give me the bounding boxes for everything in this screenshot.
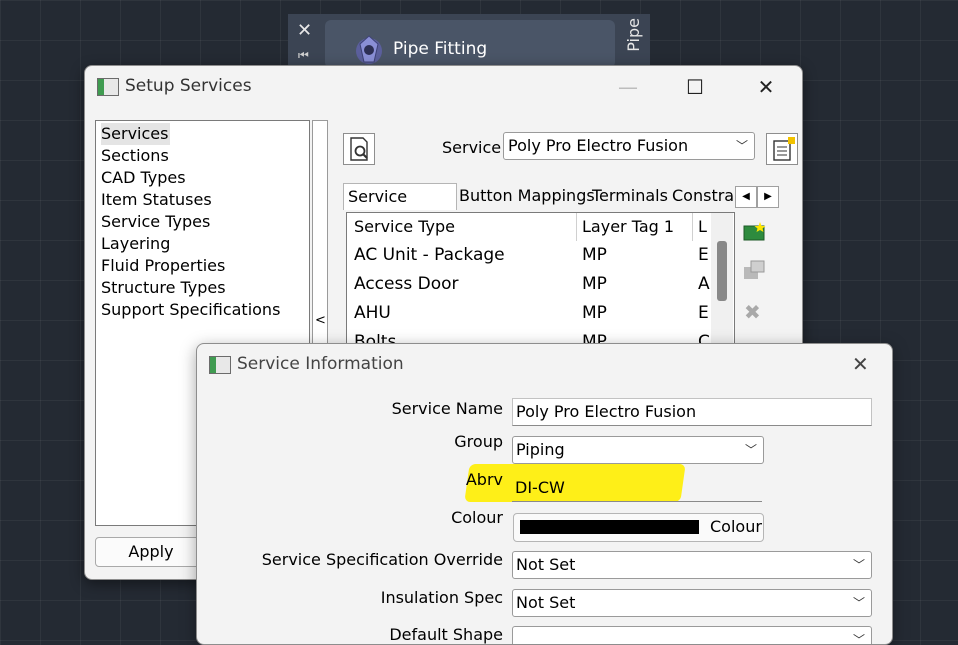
chevron-down-icon: ﹀ [852,633,865,645]
group-label: Group [454,432,503,451]
colour-button[interactable]: Colour [513,513,764,542]
tab-service-types[interactable]: Service Types [343,183,457,232]
chevron-down-icon: ﹀ [852,596,865,610]
chevron-down-icon: ﹀ [852,558,865,572]
chevron-down-icon: ﹀ [744,443,757,457]
nav-item-service-types[interactable]: Service Types [101,211,210,233]
setup-titlebar[interactable]: Setup Services — ☐ ✕ [85,66,802,108]
service-properties-button[interactable] [766,133,798,165]
column-divider[interactable] [576,213,577,241]
table-row-cell[interactable]: MP [582,245,607,265]
palette-pin-icon[interactable]: ⏮ [298,48,309,63]
service-information-dialog: Service Information ✕ Service Name Poly … [196,343,893,645]
table-row-cell[interactable]: Access Door [354,274,458,294]
dialog-title: Service Information [237,354,404,374]
column-header-layer-tag-1[interactable]: Layer Tag 1 [582,217,674,236]
table-row-cell[interactable]: A [698,274,710,294]
minimize-icon[interactable]: — [608,73,648,101]
tab-terminals[interactable]: Terminals [588,183,672,209]
group-value: Piping [516,440,565,459]
service-name-field[interactable]: Poly Pro Electro Fusion [512,398,872,426]
nav-item-cad-types[interactable]: CAD Types [101,167,186,189]
service-label: Service [442,138,502,157]
group-dropdown[interactable]: Piping ﹀ [512,436,764,464]
clipboard-icon [773,137,795,161]
nav-item-layering[interactable]: Layering [101,233,170,255]
spec-override-value: Not Set [516,555,576,574]
column-divider[interactable] [692,213,693,241]
colour-button-label: Colour [710,517,762,536]
search-document-icon [350,137,368,161]
insulation-spec-value: Not Set [516,593,576,612]
abrv-value: DI-CW [515,478,565,497]
colour-label: Colour [451,508,503,527]
column-header-next[interactable]: L [698,217,707,236]
maximize-icon[interactable]: ☐ [675,73,715,101]
table-row-cell[interactable]: AHU [354,303,391,323]
scrollbar-thumb[interactable] [717,241,727,301]
close-icon[interactable]: ✕ [746,73,786,101]
add-service-type-icon[interactable] [742,221,766,243]
table-row-cell[interactable]: MP [582,274,607,294]
table-row-cell[interactable]: MP [582,303,607,323]
tab-constraints[interactable]: Constrai [668,183,736,209]
table-row-cell[interactable]: E [698,303,709,323]
collapse-glyph: < [315,313,326,328]
nav-item-support-specifications[interactable]: Support Specifications [101,299,280,321]
service-dropdown[interactable]: Poly Pro Electro Fusion ﹀ [503,132,755,160]
apply-button[interactable]: Apply [95,537,207,567]
palette-side-tab[interactable]: Pipe [624,18,643,52]
palette-close-icon[interactable]: ✕ [297,20,312,41]
copy-service-type-icon[interactable] [742,258,766,282]
chevron-down-icon: ﹀ [735,139,748,153]
tab-scroll-left-icon[interactable]: ◀ [735,186,757,208]
nav-item-item-statuses[interactable]: Item Statuses [101,189,212,211]
close-icon[interactable]: ✕ [852,352,869,376]
spec-override-dropdown[interactable]: Not Set ﹀ [512,551,872,579]
default-shape-dropdown[interactable]: ﹀ [512,626,872,645]
insulation-spec-dropdown[interactable]: Not Set ﹀ [512,589,872,617]
spec-override-label: Service Specification Override [261,550,503,569]
default-shape-label: Default Shape [389,625,503,644]
tab-button-mappings[interactable]: Button Mappings [455,183,599,209]
tab-scroll-right-icon[interactable]: ▶ [757,186,779,208]
service-name-value: Poly Pro Electro Fusion [516,402,697,421]
service-dropdown-value: Poly Pro Electro Fusion [508,136,689,155]
app-icon [97,78,119,96]
find-service-button[interactable] [343,133,375,165]
abrv-field[interactable]: DI-CW [512,475,762,502]
insulation-spec-label: Insulation Spec [380,588,503,607]
palette-item-label: Pipe Fitting [393,39,488,59]
app-icon [209,356,231,374]
nav-item-services[interactable]: Services [101,123,171,145]
nav-item-fluid-properties[interactable]: Fluid Properties [101,255,225,277]
nav-item-sections[interactable]: Sections [101,145,169,167]
service-name-label: Service Name [391,399,503,418]
window-title: Setup Services [125,76,252,96]
abrv-label: Abrv [465,470,503,489]
table-row-cell[interactable]: E [698,245,709,265]
pipe-fitting-icon [356,35,382,64]
delete-service-type-icon[interactable]: ✖ [744,300,761,324]
table-row-cell[interactable]: AC Unit - Package [354,245,505,265]
nav-item-structure-types[interactable]: Structure Types [101,277,226,299]
colour-swatch [520,520,699,534]
column-header-service-type[interactable]: Service Type [354,217,455,236]
